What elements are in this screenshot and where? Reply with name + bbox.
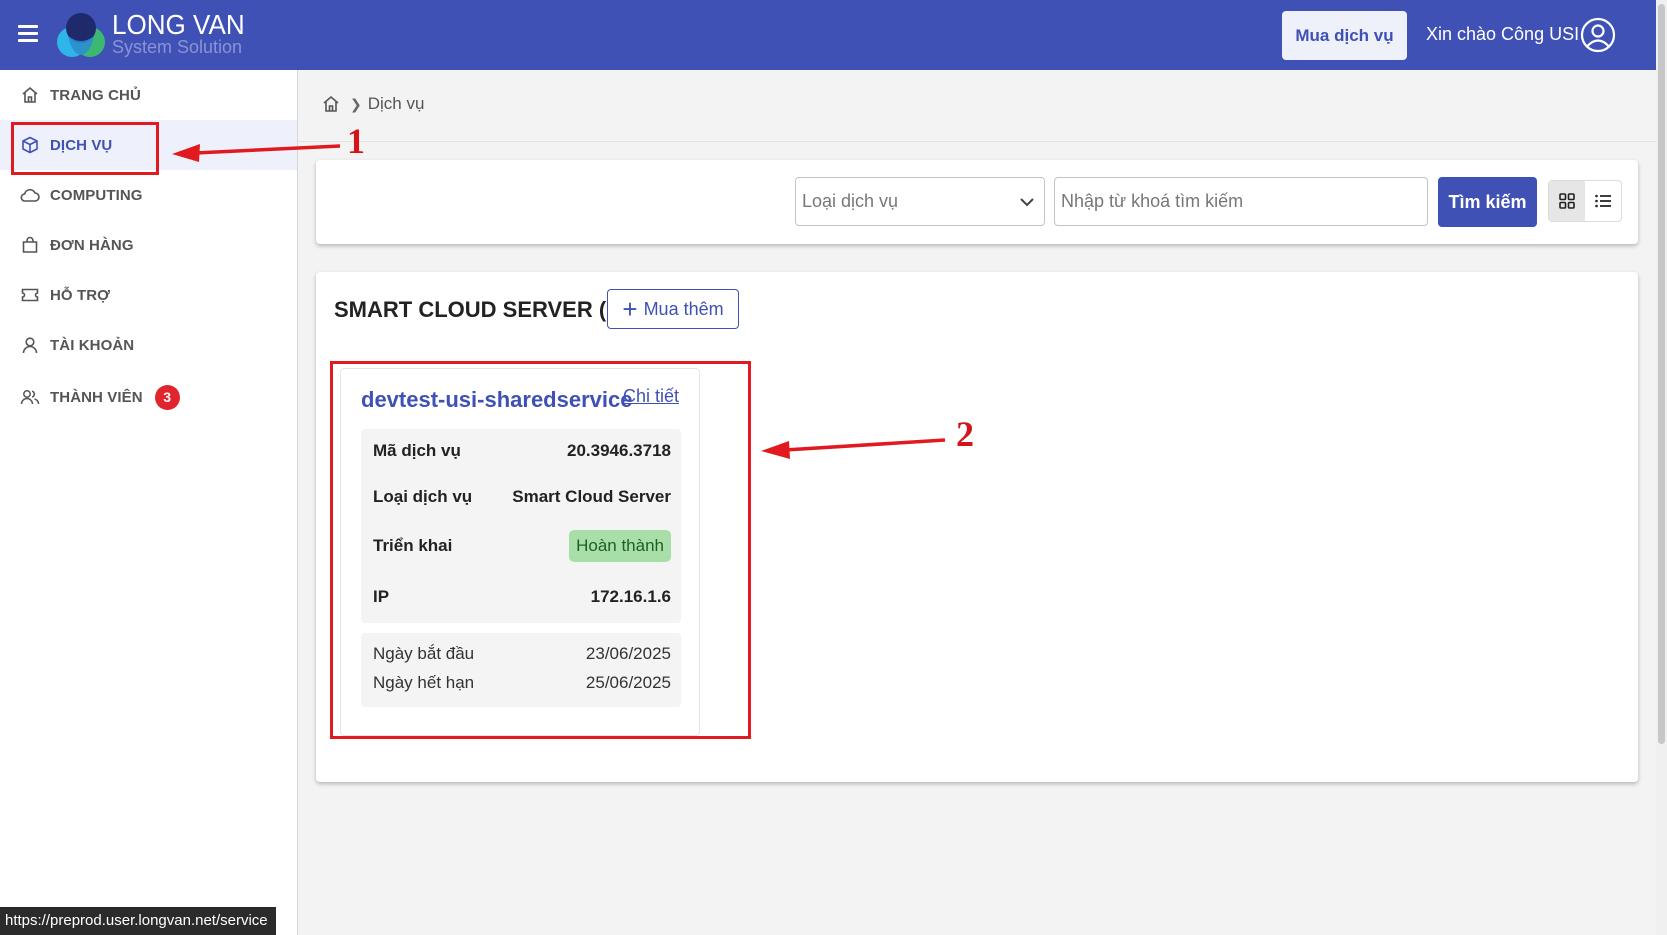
- sidebar-item-label: THÀNH VIÊN: [50, 388, 143, 406]
- annotation-number-1: 1: [347, 121, 365, 161]
- member-count-badge: 3: [154, 384, 180, 410]
- buy-more-button[interactable]: + Mua thêm: [607, 289, 739, 329]
- annotation-highlight-box-1: [11, 122, 159, 175]
- long-van-logo[interactable]: [54, 10, 110, 60]
- divider: [298, 141, 1656, 142]
- search-button[interactable]: Tìm kiếm: [1438, 177, 1537, 227]
- sidebar-item-trang-chu[interactable]: TRANG CHỦ: [0, 70, 297, 120]
- chevron-right-icon: ❯: [350, 95, 362, 112]
- brand-subtitle: System Solution: [112, 37, 243, 57]
- top-app-bar: LONG VAN System Solution Mua dịch vụ Xin…: [0, 0, 1656, 70]
- chevron-down-icon: [1020, 198, 1034, 207]
- annotation-number-2: 2: [956, 414, 974, 454]
- sidebar-item-don-hang[interactable]: ĐƠN HÀNG: [0, 220, 297, 270]
- sidebar-item-label: HỖ TRỢ: [50, 286, 111, 304]
- cloud-icon: [20, 185, 40, 205]
- scroll-thumb[interactable]: [1658, 4, 1665, 744]
- service-type-select[interactable]: Loại dịch vụ: [795, 177, 1045, 226]
- sidebar-item-computing[interactable]: COMPUTING: [0, 170, 297, 220]
- grid-view-icon[interactable]: [1549, 181, 1585, 221]
- search-input[interactable]: [1054, 177, 1428, 226]
- menu-icon[interactable]: [18, 25, 38, 42]
- sidebar-item-label: TRANG CHỦ: [50, 86, 141, 104]
- sidebar-item-tai-khoan[interactable]: TÀI KHOẢN: [0, 320, 297, 370]
- annotation-highlight-box-2: [330, 361, 751, 739]
- brand: LONG VAN System Solution: [112, 9, 255, 57]
- user-greeting: Xin chào Công USI: [1426, 24, 1580, 44]
- plus-icon: +: [622, 294, 638, 324]
- buy-service-button[interactable]: Mua dịch vụ: [1282, 11, 1407, 60]
- breadcrumb-current: Dịch vụ: [367, 94, 425, 113]
- brand-name: LONG VAN: [112, 9, 245, 40]
- user-icon: [20, 335, 40, 355]
- users-icon: [20, 387, 40, 407]
- service-type-placeholder: Loại dịch vụ: [802, 191, 899, 211]
- sidebar: TRANG CHỦ DỊCH VỤ COMPUTING ĐƠN HÀNG HỖ …: [0, 70, 298, 935]
- section-title: SMART CLOUD SERVER (1): [334, 297, 626, 322]
- list-view-icon[interactable]: [1585, 181, 1621, 221]
- sidebar-item-thanh-vien[interactable]: THÀNH VIÊN 3: [0, 372, 297, 422]
- home-icon: [20, 85, 40, 105]
- buy-more-label: Mua thêm: [643, 298, 724, 319]
- status-bar-url: https://preprod.user.longvan.net/service: [0, 907, 276, 935]
- shopping-bag-icon: [20, 235, 40, 255]
- page-scrollbar[interactable]: [1656, 0, 1667, 935]
- sidebar-item-label: TÀI KHOẢN: [50, 336, 135, 354]
- user-avatar-icon[interactable]: [1580, 17, 1616, 53]
- ticket-icon: [20, 285, 40, 305]
- breadcrumb: ❯ Dịch vụ: [322, 94, 424, 114]
- sidebar-item-label: ĐƠN HÀNG: [50, 236, 134, 254]
- home-icon[interactable]: [322, 95, 340, 113]
- sidebar-item-ho-tro[interactable]: HỖ TRỢ: [0, 270, 297, 320]
- sidebar-item-label: COMPUTING: [50, 186, 143, 204]
- search-toolbar: Loại dịch vụ Tìm kiếm: [316, 160, 1638, 244]
- view-toggle: [1548, 180, 1622, 222]
